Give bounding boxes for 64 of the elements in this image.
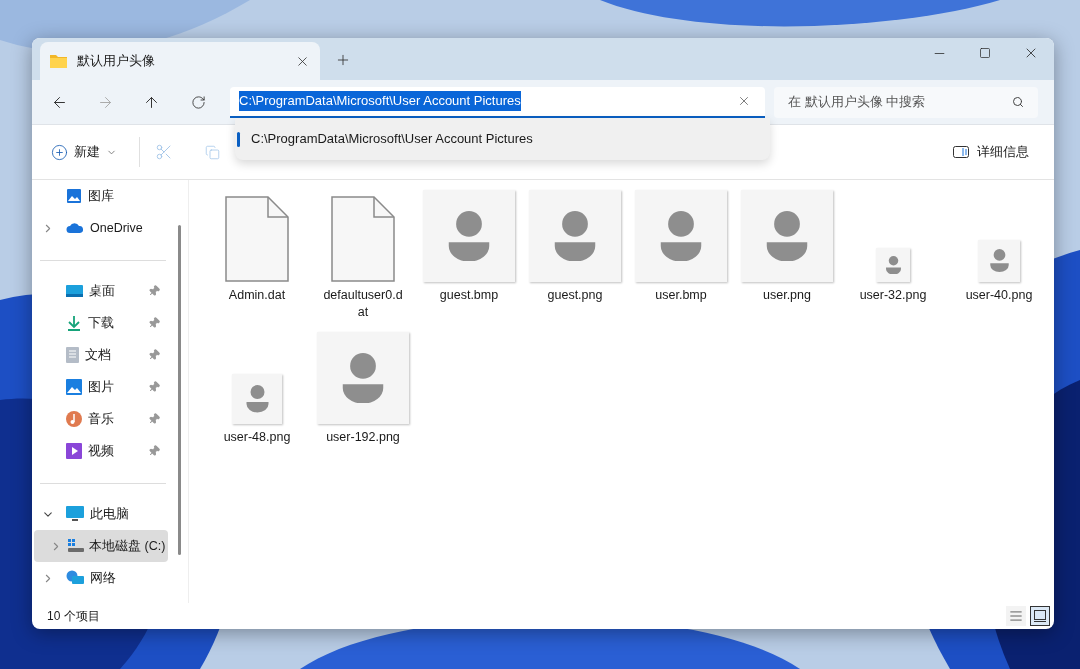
search-icon	[1012, 96, 1024, 108]
network-icon	[66, 570, 84, 586]
person-icon	[988, 249, 1010, 273]
new-tab-icon[interactable]	[335, 52, 351, 68]
large-icons-view-button[interactable]	[1030, 606, 1050, 626]
item-count: 10 个项目	[47, 608, 100, 625]
cloud-icon	[66, 222, 84, 234]
scrollbar[interactable]	[178, 225, 181, 555]
sidebar-item[interactable]: 桌面	[32, 275, 174, 307]
file-name[interactable]: user.png	[744, 287, 830, 304]
download-icon	[66, 315, 82, 331]
search-placeholder: 在 默认用户头像 中搜索	[788, 93, 927, 112]
file-name[interactable]: defaultuser0.dat	[320, 287, 406, 321]
clear-icon[interactable]	[737, 94, 751, 108]
window-tab[interactable]: 默认用户头像	[40, 42, 320, 80]
sidebar-item[interactable]: 图片	[32, 371, 174, 403]
person-icon	[764, 210, 810, 262]
document-icon	[225, 196, 289, 282]
maximize-icon[interactable]	[979, 47, 991, 59]
person-icon	[446, 210, 492, 262]
gallery-icon	[66, 188, 82, 204]
sidebar-item[interactable]: 下载	[32, 307, 174, 339]
file-name[interactable]: user-32.png	[850, 287, 936, 304]
search-field[interactable]: 在 默认用户头像 中搜索	[774, 86, 1038, 118]
file-name[interactable]: user-40.png	[956, 287, 1042, 304]
file-name[interactable]: user-192.png	[320, 429, 406, 446]
file-name[interactable]: guest.bmp	[426, 287, 512, 304]
monitor-icon	[66, 506, 84, 522]
sidebar-item[interactable]: 图库	[32, 180, 174, 212]
list-icon	[1009, 609, 1023, 623]
sidebar-item[interactable]: 本地磁盘 (C:)	[34, 530, 168, 562]
folder-icon	[50, 54, 67, 68]
drive-icon	[68, 539, 84, 553]
file-name[interactable]: guest.png	[532, 287, 618, 304]
sidebar-item[interactable]: 此电脑	[32, 498, 174, 530]
sidebar-item[interactable]: OneDrive	[32, 212, 174, 244]
details-pane-icon	[953, 146, 969, 158]
tab-title: 默认用户头像	[77, 52, 156, 71]
refresh-icon[interactable]	[191, 94, 206, 110]
address-field[interactable]: C:\ProgramData\Microsoft\User Account Pictures	[230, 86, 765, 118]
file-name[interactable]: user.bmp	[638, 287, 724, 304]
plus-circle-icon	[51, 143, 68, 161]
large-icons-icon	[1034, 610, 1046, 622]
desktop-icon	[66, 284, 83, 298]
new-button[interactable]: 新建	[51, 142, 117, 162]
video-icon	[66, 443, 82, 459]
address-text: C:\ProgramData\Microsoft\User Account Pictures	[239, 91, 521, 111]
sidebar-item[interactable]: 网络	[32, 562, 174, 594]
document-icon	[66, 347, 79, 363]
details-button[interactable]: 详细信息	[953, 142, 1029, 162]
document-icon	[331, 196, 395, 282]
picture-icon	[66, 379, 82, 395]
sidebar-item[interactable]: 文档	[32, 339, 174, 371]
person-icon	[244, 385, 270, 413]
person-icon	[658, 210, 704, 262]
person-icon	[552, 210, 598, 262]
person-icon	[884, 255, 902, 275]
suggestion-item[interactable]: C:\ProgramData\Microsoft\User Account Pictures	[235, 122, 770, 156]
sidebar-item[interactable]: 音乐	[32, 403, 174, 435]
music-icon	[66, 411, 82, 427]
person-icon	[340, 352, 386, 404]
file-name[interactable]: Admin.dat	[214, 287, 300, 304]
sidebar-item[interactable]: 视频	[32, 435, 174, 467]
file-name[interactable]: user-48.png	[214, 429, 300, 446]
